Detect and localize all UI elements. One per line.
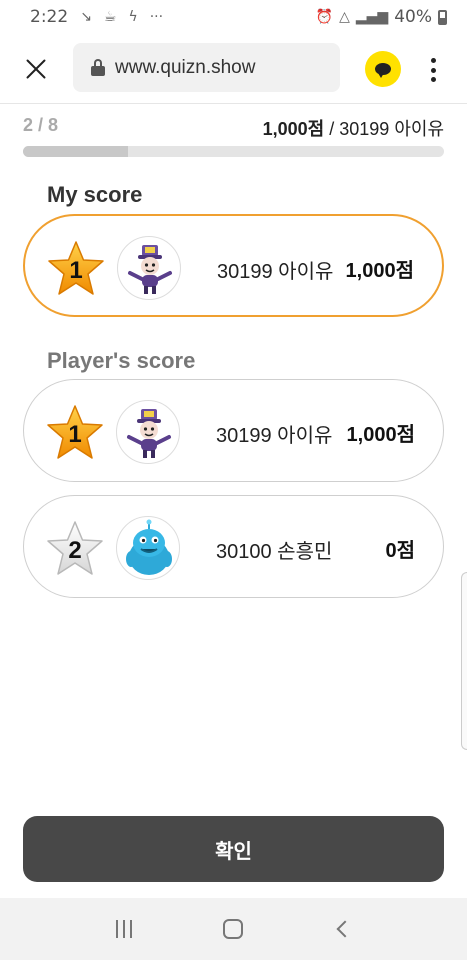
home-icon[interactable] bbox=[223, 919, 244, 939]
current-player-name: 30199 아이유 bbox=[339, 119, 444, 139]
status-bar: 2:22 ↘ ☕ ϟ ··· ⏰ △ ▂▄▆ 40% bbox=[0, 0, 467, 34]
back-icon[interactable] bbox=[336, 920, 354, 938]
kakao-chat-icon bbox=[375, 63, 391, 78]
url-text: www.quizn.show bbox=[115, 56, 256, 78]
scroll-indicator[interactable] bbox=[461, 572, 467, 750]
score-separator: / bbox=[324, 119, 340, 139]
gold-star-icon: 1 bbox=[47, 240, 105, 296]
avatar bbox=[116, 516, 180, 580]
browser-toolbar: www.quizn.show bbox=[0, 34, 467, 104]
lock-icon bbox=[91, 59, 105, 76]
cup-icon: ☕ bbox=[103, 9, 117, 25]
more-vert-icon[interactable] bbox=[424, 56, 442, 84]
silver-star-icon: 2 bbox=[46, 520, 104, 576]
battery-percent: 40% bbox=[394, 7, 432, 27]
player-name: 30100 손흥민 bbox=[216, 541, 333, 563]
my-score-card: 1 30199 아이유 1,000점 bbox=[23, 214, 444, 317]
player-name: 30199 아이유 bbox=[216, 425, 333, 447]
progress-bar-fill bbox=[23, 146, 129, 157]
my-score-title: My score bbox=[47, 182, 143, 207]
purple-hat-character-icon bbox=[127, 409, 171, 458]
address-bar[interactable]: www.quizn.show bbox=[73, 43, 340, 92]
player-points: 1,000점 bbox=[346, 424, 415, 446]
kakao-chat-button[interactable] bbox=[365, 51, 401, 87]
status-more-dots: ··· bbox=[149, 9, 164, 25]
current-score-value: 1,000점 bbox=[262, 119, 325, 139]
confirm-button[interactable]: 확인 bbox=[23, 816, 444, 882]
avatar bbox=[117, 236, 181, 300]
status-time: 2:22 bbox=[30, 7, 69, 27]
recent-apps-icon[interactable] bbox=[115, 920, 132, 938]
player-name: 30199 아이유 bbox=[217, 261, 334, 283]
close-icon[interactable] bbox=[22, 56, 50, 84]
wifi-icon: △ bbox=[339, 9, 350, 25]
player-points: 1,000점 bbox=[345, 260, 414, 282]
current-score-label: 1,000점 / 30199 아이유 bbox=[263, 115, 444, 141]
player-score-card: 1 30199 아이유 1,000점 bbox=[23, 379, 444, 482]
question-progress-label: 2 / 8 bbox=[23, 115, 59, 135]
battery-icon bbox=[438, 9, 447, 25]
player-score-card: 2 30100 손흥민 0점 bbox=[23, 495, 444, 598]
rank-number: 1 bbox=[68, 421, 82, 448]
rank-number: 1 bbox=[69, 257, 83, 284]
missed-call-icon: ↘ bbox=[80, 9, 92, 25]
players-score-title: Player's score bbox=[47, 348, 196, 373]
rank-number: 2 bbox=[68, 537, 82, 564]
avatar bbox=[116, 400, 180, 464]
alarm-icon: ⏰ bbox=[315, 9, 334, 25]
blue-monster-character-icon bbox=[126, 519, 172, 575]
gold-star-icon: 1 bbox=[46, 404, 104, 460]
system-navigation-bar bbox=[0, 898, 467, 960]
signal-icon: ▂▄▆ bbox=[355, 9, 389, 25]
data-icon: ϟ bbox=[128, 9, 138, 25]
purple-hat-character-icon bbox=[128, 245, 172, 294]
progress-bar bbox=[23, 146, 444, 157]
player-points: 0점 bbox=[385, 540, 415, 562]
